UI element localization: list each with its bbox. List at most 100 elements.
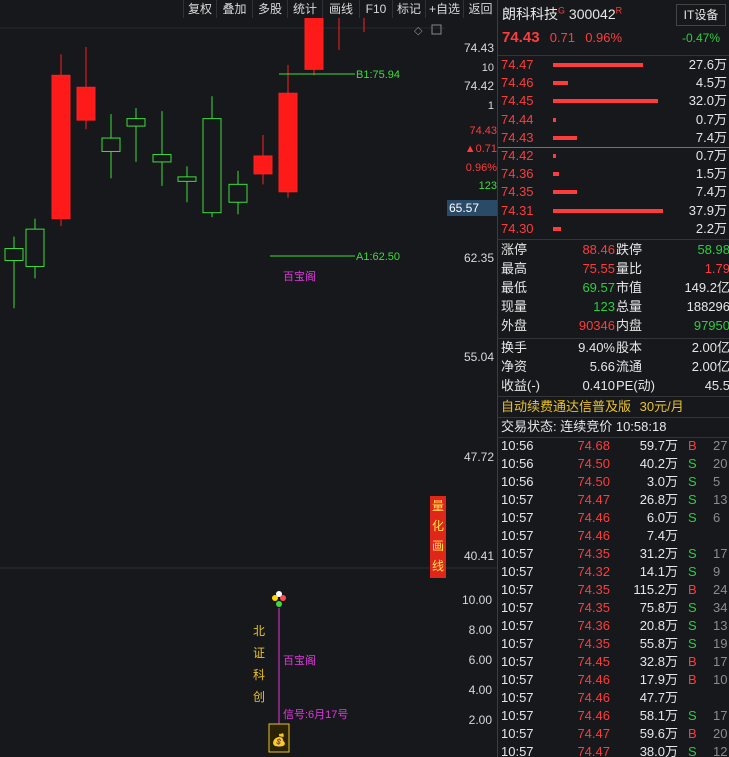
candle-body[interactable] [51,74,71,220]
money-bag-glyph: 💰 [272,733,287,747]
candle-body[interactable] [76,86,96,121]
stock-name: 朗科科技 [502,6,558,22]
ob-bar [553,154,556,158]
candle-body[interactable] [25,228,45,267]
ob-volume: 2.2万 [695,220,727,236]
candle-body[interactable] [202,118,222,214]
orderbook-row: 74.42 0.7万 [498,147,729,165]
price-axis-misc: ▲0.71 [465,143,497,155]
orderbook-row: 74.46 4.5万 [498,74,729,92]
ob-price: 74.35 [501,184,534,200]
tick-row: 10:57 74.47 38.0万 S 12 [501,744,728,757]
ob-price: 74.46 [501,75,534,91]
ob-volume: 7.4万 [695,129,727,145]
toolbar-8[interactable]: 返回 [463,0,497,18]
ob-price: 74.31 [501,202,534,218]
tick-row: 10:57 74.35 31.2万 S 17 [501,546,728,561]
b1-label: B1:75.94 [356,69,400,81]
signal-label: 信号:6月17号 [283,708,348,721]
book-divider [498,147,729,148]
baobao-label: 百宝阁 [283,269,316,283]
candle-body[interactable] [152,153,172,163]
candle-body[interactable] [101,137,121,152]
toolbar-2[interactable]: 多股 [252,0,287,18]
promo-text: 自动续费通达信普及版 [501,399,632,414]
quote-panel: 朗科科技G 300042R 74.43 0.71 0.96% IT设备 -0.4… [497,0,729,757]
candle-body[interactable] [278,92,298,193]
kline-chart[interactable]: ◇ B1:75.94 A1:62.50 百宝阁 74.43 74.42 62.35 55.04… [0,0,497,757]
candle-body[interactable] [177,176,197,182]
quant-badge-char: 画 [431,539,444,553]
sector-button[interactable]: IT设备 [676,4,726,26]
stats2-row: 净资 5.66 流通 2.00亿 [501,359,729,374]
flower-icon [276,591,282,597]
candle-body[interactable] [4,248,24,261]
a1-label: A1:62.50 [356,251,400,263]
promo-banner[interactable]: 自动续费通达信普及版 30元/月 [501,398,729,416]
lower-axis-label: 4.00 [469,683,493,697]
tick-row: 10:57 74.47 59.6万 B 20 [501,726,728,741]
sector-pct: -0.47% [681,31,721,45]
stats2-row: 换手 9.40% 股本 2.00亿 [501,340,729,355]
quant-badge-char: 化 [431,519,444,533]
window-icon[interactable] [431,24,442,35]
ob-volume: 4.5万 [695,75,727,91]
orderbook-row: 74.36 1.5万 [498,165,729,183]
orderbook-row: 74.43 7.4万 [498,129,729,147]
quant-draw-button[interactable]: 量化画线 [430,496,446,578]
diamond-icon: ◇ [414,25,423,37]
stock-code: 300042 [568,6,616,22]
ob-volume: 7.4万 [695,184,727,200]
toolbar-5[interactable]: F10 [359,0,392,18]
stats-row: 现量 123 总量 188296 [501,299,729,314]
ob-price: 74.44 [501,111,534,127]
stats-row: 最高 75.55 量比 1.79 [501,261,729,276]
toolbar-7[interactable]: +自选 [425,0,463,18]
candle-body[interactable] [253,155,273,175]
flower-icon [276,601,282,607]
chart-toolbar: 复权 叠加 多股 统计 画线 F10 标记 +自选 返回 [0,0,497,18]
toolbar-6[interactable]: 标记 [392,0,425,18]
kline-svg[interactable]: ◇ B1:75.94 A1:62.50 百宝阁 74.43 74.42 62.35 55.04… [0,0,497,757]
quant-badge-char: 线 [431,559,444,573]
stats-row: 最低 69.57 市值 149.2亿 [501,280,729,295]
tick-row: 10:56 74.50 40.2万 S 20 [501,456,728,471]
tick-row: 10:56 74.68 59.7万 B 27 [501,438,728,453]
stats2-row: 收益(-) 0.410 PE(动) 45.5 [501,378,729,393]
candle-body[interactable] [304,9,324,70]
price-axis-label: 40.41 [464,549,494,563]
price-axis-misc: 0.96% [466,162,497,174]
vertical-text-char: 证 [253,646,265,660]
ob-bar [553,99,658,104]
stats-row: 涨停 88.46 跌停 58.98 [501,242,729,257]
lower-baobao-label: 百宝阁 [283,653,316,667]
lower-axis-label: 8.00 [469,623,493,637]
ob-price: 74.47 [501,57,534,72]
toolbar-4[interactable]: 画线 [322,0,359,18]
tick-row: 10:57 74.35 75.8万 S 34 [501,600,728,615]
ob-price: 74.42 [501,148,534,163]
ob-volume: 0.7万 [695,111,727,127]
tick-row: 10:57 74.47 26.8万 S 13 [501,492,728,507]
price-axis-label: 62.35 [464,251,494,265]
toolbar-1[interactable]: 叠加 [216,0,252,18]
price-axis-misc: 74.43 [469,125,497,137]
ob-bar [553,117,556,122]
candle-body[interactable] [126,118,146,127]
toolbar-0[interactable]: 复权 [183,0,216,18]
orderbook-row: 74.35 7.4万 [498,183,729,201]
toolbar-3[interactable]: 统计 [287,0,322,18]
vertical-text-char: 创 [253,690,265,704]
vertical-text-char: 科 [253,668,265,682]
ob-bar [553,81,568,86]
orderbook-row: 74.30 2.2万 [498,220,729,238]
candle-body[interactable] [228,183,248,203]
price-axis-label: 47.72 [464,450,494,464]
orderbook-row: 74.31 37.9万 [498,202,729,220]
tick-row: 10:56 74.50 3.0万 S 5 [501,474,721,489]
ob-bar [553,208,663,213]
price-axis-misc: 1 [488,100,494,112]
tick-row: 10:57 74.35 55.8万 S 19 [501,636,728,651]
trade-status: 交易状态: 连续竞价 10:58:18 [501,419,667,434]
ob-bar [553,190,577,195]
